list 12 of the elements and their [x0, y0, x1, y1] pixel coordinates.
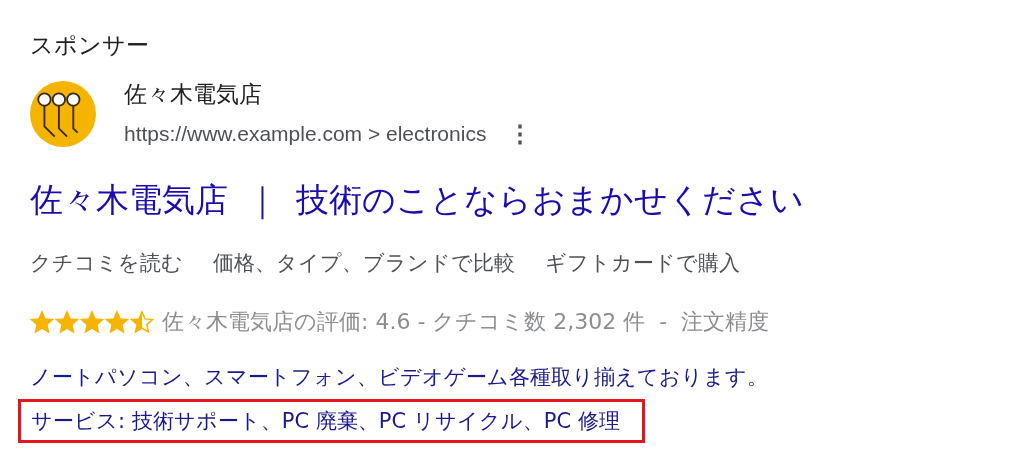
rating-text: 佐々木電気店の評価: 4.6 - クチコミ数 2,302 件 - 注文精度 — [162, 308, 770, 336]
sitelink[interactable]: ギフトカードで購入 — [545, 249, 740, 277]
advertiser-name: 佐々木電気店 — [124, 80, 263, 109]
logo-icon — [30, 80, 96, 147]
description-text: ノートパソコン、スマートフォン、ビデオゲーム各種取り揃えております。 — [30, 364, 768, 391]
sitelink[interactable]: 価格、タイプ、ブランドで比較 — [213, 249, 515, 277]
site-url: https://www.example.com > electronics — [124, 122, 487, 146]
more-menu-button[interactable]: ⋮ — [504, 120, 537, 148]
services-text: サービス: 技術サポート、PC 廃棄、PC リサイクル、PC 修理 — [18, 399, 645, 443]
sponsored-label: スポンサー — [30, 31, 149, 60]
ad-headline-link[interactable]: 佐々木電気店 ｜ 技術のことならおまかせください — [30, 178, 804, 223]
sitelink[interactable]: クチコミを読む — [30, 249, 183, 277]
